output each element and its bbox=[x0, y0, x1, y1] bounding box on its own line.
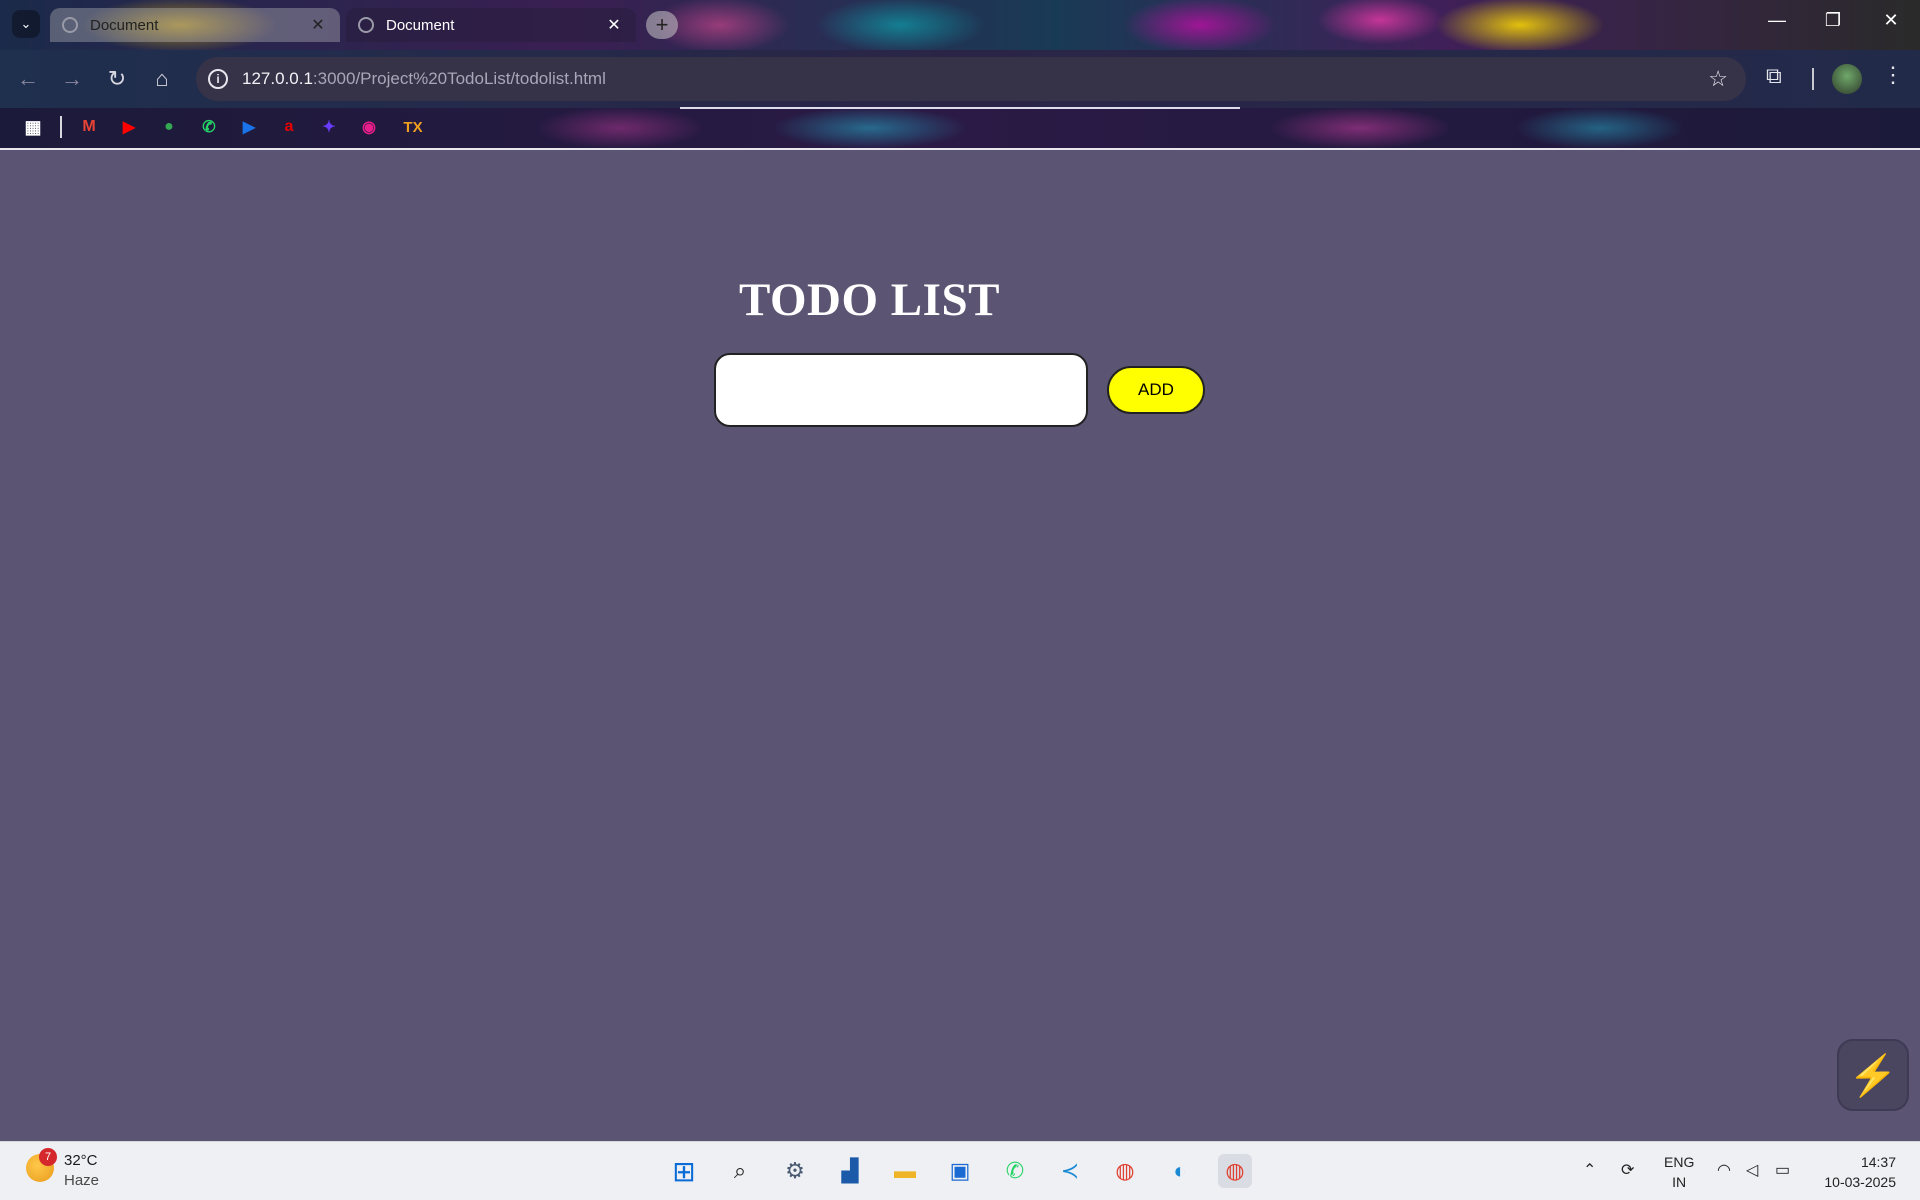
battery-icon[interactable]: ▭ bbox=[1775, 1160, 1790, 1180]
minimize-icon[interactable]: — bbox=[1762, 10, 1792, 31]
reload-icon[interactable]: ↻ bbox=[101, 63, 133, 95]
settings-gear-icon[interactable]: ⚙ bbox=[778, 1154, 812, 1188]
loading-indicator bbox=[680, 107, 1240, 109]
sync-icon[interactable]: ⟳ bbox=[1621, 1160, 1634, 1180]
bookmark-star-icon[interactable]: ☆ bbox=[1708, 66, 1728, 92]
store-icon[interactable]: ◉ bbox=[358, 116, 380, 138]
bookmark-tx[interactable]: TX bbox=[400, 116, 426, 138]
globe-icon bbox=[358, 17, 374, 33]
photos-icon[interactable]: ▟ bbox=[833, 1154, 867, 1188]
url-path: :3000/Project%20TodoList/todolist.html bbox=[312, 69, 606, 88]
browser-tab-2[interactable]: Document ✕ bbox=[346, 8, 636, 42]
restore-icon[interactable]: ❐ bbox=[1818, 10, 1848, 31]
forward-icon[interactable]: → bbox=[56, 63, 88, 95]
menu-kebab-icon[interactable]: ⋮ bbox=[1882, 62, 1904, 88]
globe-icon bbox=[62, 17, 78, 33]
wifi-icon[interactable]: ◠ bbox=[1717, 1160, 1731, 1180]
url-text: 127.0.0.1:3000/Project%20TodoList/todoli… bbox=[242, 69, 606, 89]
airtel-icon[interactable]: a bbox=[278, 116, 300, 138]
add-button[interactable]: ADD bbox=[1107, 366, 1205, 414]
app-icon[interactable]: ✦ bbox=[318, 116, 340, 138]
chrome-icon[interactable]: ◍ bbox=[1108, 1154, 1142, 1188]
address-bar[interactable]: i 127.0.0.1:3000/Project%20TodoList/todo… bbox=[196, 57, 1746, 101]
browser-tab-1[interactable]: Document ✕ bbox=[50, 8, 340, 42]
volume-icon[interactable]: ◁ bbox=[1746, 1160, 1758, 1180]
tray-chevron-up-icon[interactable]: ⌃ bbox=[1583, 1160, 1596, 1180]
gmail-icon[interactable]: M bbox=[78, 116, 100, 138]
language-line1: ENG bbox=[1664, 1154, 1695, 1170]
todo-input[interactable] bbox=[714, 353, 1088, 427]
tab-title: Document bbox=[386, 16, 455, 34]
profile-avatar[interactable] bbox=[1832, 64, 1862, 94]
windows-taskbar: 7 32°C Haze ⊞ ⌕ ⚙ ▟ ▬ ▣ ✆ ≺ ◍ ◐ ◍ ⌃ ⟳ EN… bbox=[0, 1141, 1920, 1200]
window-close-icon[interactable]: ✕ bbox=[1876, 10, 1906, 31]
chrome-profile-icon[interactable]: ◍ bbox=[1218, 1154, 1252, 1188]
clock-date: 10-03-2025 bbox=[1824, 1174, 1896, 1190]
extensions-icon[interactable]: ⧉ bbox=[1766, 63, 1782, 89]
clock[interactable]: 14:37 10-03-2025 bbox=[1814, 1152, 1896, 1192]
search-icon[interactable]: ⌕ bbox=[723, 1154, 757, 1188]
language-indicator[interactable]: ENG IN bbox=[1664, 1152, 1694, 1192]
clock-time: 14:37 bbox=[1860, 1154, 1896, 1170]
floating-widget-icon[interactable]: ⚡ bbox=[1837, 1039, 1909, 1111]
browser-toolbar: ← → ↻ ⌂ i 127.0.0.1:3000/Project%20TodoL… bbox=[0, 50, 1920, 108]
site-info-icon[interactable]: i bbox=[208, 69, 228, 89]
tab-search-chevron-icon[interactable]: ⌄ bbox=[12, 10, 40, 38]
browser-tab-strip: ⌄ Document ✕ Document ✕ + — ❐ ✕ bbox=[0, 0, 1920, 50]
new-tab-button[interactable]: + bbox=[646, 11, 678, 39]
tab-close-icon[interactable]: ✕ bbox=[308, 15, 328, 35]
page-viewport: TODO LIST ADD ⚡ bbox=[0, 151, 1920, 1141]
tab-title: Document bbox=[90, 16, 159, 34]
play-icon[interactable]: ▶ bbox=[238, 116, 260, 138]
start-windows-icon[interactable]: ⊞ bbox=[667, 1154, 701, 1188]
whatsapp-icon[interactable]: ✆ bbox=[998, 1154, 1032, 1188]
whatsapp-icon[interactable]: ✆ bbox=[198, 116, 220, 138]
language-line2: IN bbox=[1672, 1174, 1687, 1190]
vscode-icon[interactable]: ≺ bbox=[1053, 1154, 1087, 1188]
weather-badge: 7 bbox=[39, 1148, 57, 1166]
tab-close-icon[interactable]: ✕ bbox=[604, 15, 624, 35]
bookmarks-divider bbox=[60, 116, 62, 138]
toolbar-divider bbox=[1812, 68, 1814, 90]
youtube-icon[interactable]: ▶ bbox=[118, 116, 140, 138]
store-icon[interactable]: ▣ bbox=[943, 1154, 977, 1188]
url-host: 127.0.0.1 bbox=[242, 69, 313, 88]
page-title: TODO LIST bbox=[739, 274, 1000, 326]
weather-condition[interactable]: Haze bbox=[64, 1172, 99, 1189]
back-icon[interactable]: ← bbox=[12, 63, 44, 95]
maps-icon[interactable]: ● bbox=[158, 116, 180, 138]
file-explorer-icon[interactable]: ▬ bbox=[888, 1154, 922, 1188]
home-icon[interactable]: ⌂ bbox=[146, 63, 178, 95]
apps-grid-icon[interactable]: ▦ bbox=[22, 116, 44, 138]
weather-temperature[interactable]: 32°C bbox=[64, 1152, 98, 1169]
edge-icon[interactable]: ◐ bbox=[1163, 1154, 1197, 1188]
